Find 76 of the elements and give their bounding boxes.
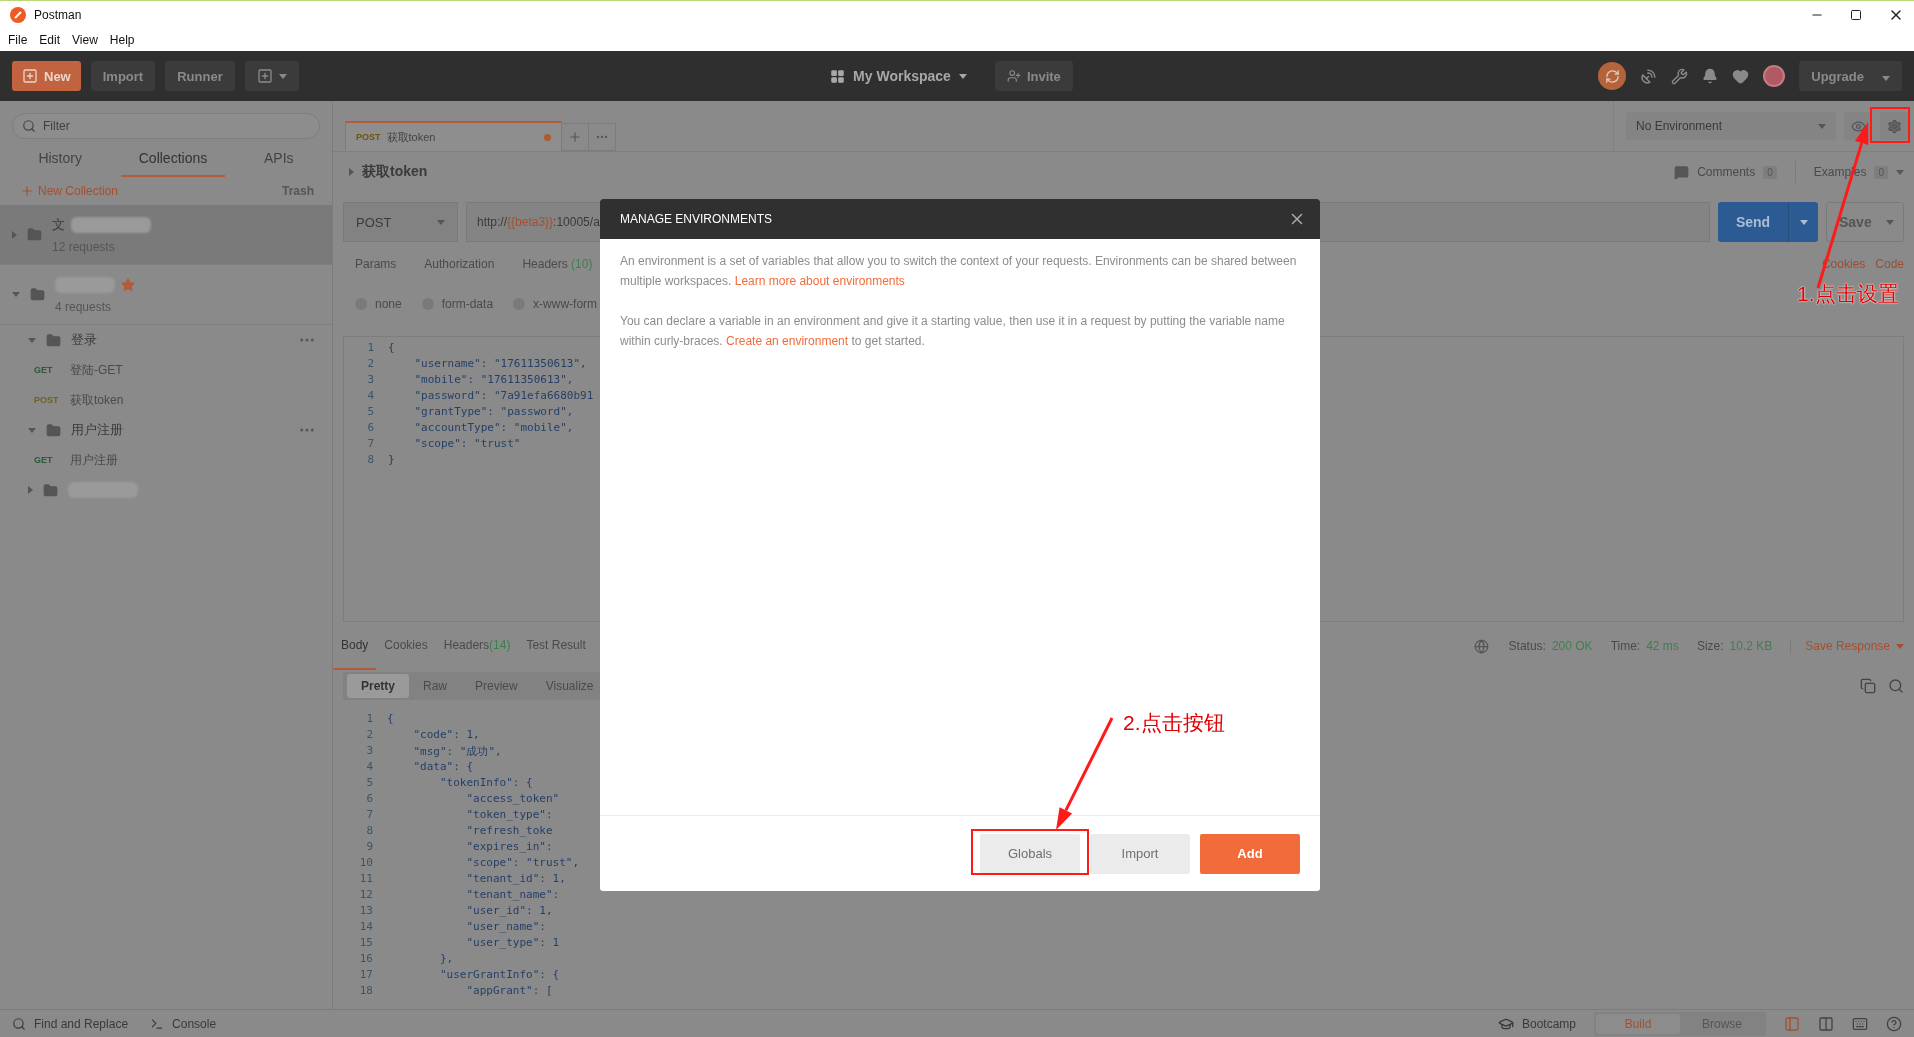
size-label: Size: — [1696, 639, 1724, 653]
code-line: } — [388, 453, 395, 468]
code-line: "appGrant": [ — [465, 984, 553, 999]
line-number: 10 — [358, 856, 374, 871]
method-label: POST — [356, 132, 381, 142]
line-number: 2 — [365, 728, 374, 743]
code-line: "password": "7a91efa6680b91 — [413, 389, 594, 404]
line-number: 8 — [365, 824, 374, 839]
code-line: "user_name": — [465, 920, 546, 935]
code-line: }, — [438, 952, 454, 967]
method-label: GET — [34, 455, 54, 465]
line-number: 18 — [358, 984, 374, 999]
collection-name: 文 — [52, 215, 65, 234]
line-number: 7 — [366, 437, 375, 452]
code-line: "scope": "trust" — [413, 437, 521, 452]
code-line: { — [387, 712, 394, 727]
line-number: 1 — [366, 341, 375, 356]
line-number: 9 — [365, 840, 374, 855]
folder-name: 用户注册 — [71, 421, 123, 439]
method-label: GET — [34, 365, 54, 375]
time-value: 42 ms — [1646, 639, 1679, 653]
code-line: "user_id": 1, — [465, 904, 553, 919]
code-line: "code": 1, — [412, 728, 480, 743]
code-line: "tenant_id": 1, — [465, 872, 566, 887]
code-line: "user_type": 1 — [465, 936, 560, 951]
line-number: 16 — [358, 952, 374, 967]
line-number: 8 — [366, 453, 375, 468]
request-name: 登陆-GET — [70, 361, 123, 379]
dialog-paragraph: An environment is a set of variables that allow you to switch the context of your requests. Environments can be shared between multiple workspaces. Learn more about environments — [620, 253, 1298, 290]
request-name: 获取token — [70, 391, 124, 409]
code-line: "tokenInfo": { — [438, 776, 533, 791]
code-line: "access_token" — [465, 792, 560, 807]
code-line: "token_type": — [465, 808, 553, 823]
code-line: "refresh_toke — [465, 824, 553, 839]
annotation-text: 2.点击按钮 — [1123, 710, 1225, 736]
line-number: 14 — [358, 920, 374, 935]
code-line: "username": "17611350613", — [413, 357, 587, 372]
request-title: 获取token — [362, 163, 428, 181]
status-value: 200 OK — [1551, 639, 1593, 653]
code-line: "data": { — [412, 760, 474, 775]
dialog-title: MANAGE ENVIRONMENTS — [620, 212, 772, 226]
code-line: { — [388, 341, 395, 356]
code-line: "expires_in": — [465, 840, 553, 855]
line-number: 6 — [365, 792, 374, 807]
folder-name: 登录 — [71, 331, 97, 349]
line-number: 1 — [365, 712, 374, 727]
status-label: Status: — [1508, 639, 1546, 653]
line-number: 11 — [358, 872, 374, 887]
code-line: "tenant_name": — [465, 888, 560, 903]
code-line: "userGrantInfo": { — [438, 968, 560, 983]
line-number: 4 — [366, 389, 375, 404]
annotation-text: 1.点击设置 — [1797, 281, 1899, 307]
line-number: 17 — [358, 968, 374, 983]
dialog-paragraph: You can declare a variable in an environment and give it a starting value, then use it in a request by putting the variable name within curly-braces. Create an environment to get started. — [620, 313, 1286, 350]
window-title: Postman — [34, 7, 82, 22]
line-number: 6 — [366, 421, 375, 436]
line-number: 15 — [358, 936, 374, 951]
size-value: 10.2 KB — [1729, 639, 1773, 653]
code-line: "mobile": "17611350613", — [413, 373, 574, 388]
time-label: Time: — [1610, 639, 1641, 653]
code-line: "scope": "trust", — [465, 856, 580, 871]
line-number: 5 — [366, 405, 375, 420]
line-number: 13 — [358, 904, 374, 919]
method-label: POST — [34, 395, 60, 405]
tab-title: 获取token — [386, 129, 436, 145]
code-line: "grantType": "password", — [413, 405, 574, 420]
line-number: 3 — [366, 373, 375, 388]
line-number: 12 — [358, 888, 374, 903]
code-line: "msg": "成功", — [412, 744, 502, 760]
line-number: 2 — [366, 357, 375, 372]
line-number: 7 — [365, 808, 374, 823]
line-number: 3 — [365, 744, 374, 759]
code-line: "accountType": "mobile", — [413, 421, 574, 436]
line-number: 5 — [365, 776, 374, 791]
line-number: 4 — [365, 760, 374, 775]
request-name: 用户注册 — [70, 451, 118, 469]
